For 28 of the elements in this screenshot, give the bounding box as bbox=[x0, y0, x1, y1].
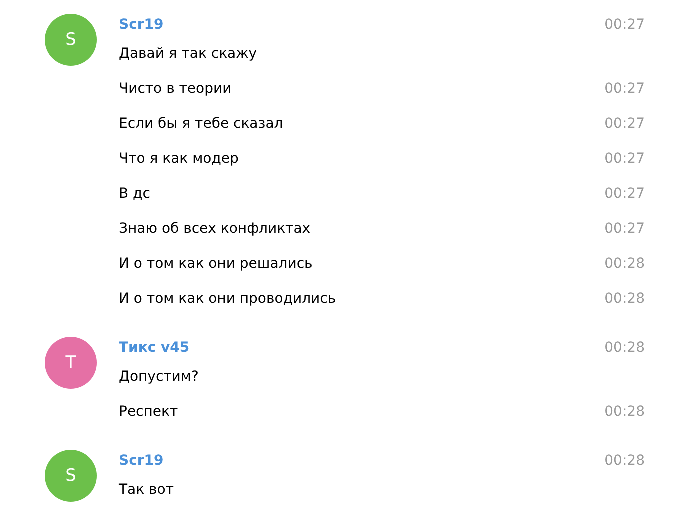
message-text: Так вот bbox=[119, 482, 174, 498]
message-time: 00:28 bbox=[604, 453, 645, 469]
avatar[interactable]: S bbox=[45, 14, 97, 66]
message-time: 00:28 bbox=[604, 340, 645, 356]
message-time: 00:27 bbox=[604, 116, 645, 132]
message-text: Респект bbox=[119, 404, 178, 420]
message-text: Знаю об всех конфликтах bbox=[119, 220, 311, 236]
message-time: 00:27 bbox=[604, 220, 645, 236]
author-name[interactable]: Scr19 bbox=[119, 453, 164, 469]
message-time: 00:28 bbox=[604, 404, 645, 420]
message-time: 00:28 bbox=[604, 290, 645, 306]
message-text: Чисто в теории bbox=[119, 80, 232, 96]
message-text: В дс bbox=[119, 186, 150, 202]
message-time: 00:27 bbox=[604, 186, 645, 202]
message-text: Что я как модер bbox=[119, 150, 239, 166]
author-name[interactable]: Scr19 bbox=[119, 17, 164, 33]
message-text: Допустим? bbox=[119, 368, 199, 384]
message-text: И о том как они проводились bbox=[119, 290, 336, 306]
message-text: Если бы я тебе сказал bbox=[119, 116, 284, 132]
avatar[interactable]: T bbox=[45, 337, 97, 389]
avatar[interactable]: S bbox=[45, 450, 97, 502]
message-time: 00:27 bbox=[604, 80, 645, 96]
message-time: 00:27 bbox=[604, 17, 645, 33]
message-text: И о том как они решались bbox=[119, 256, 313, 272]
message-time: 00:28 bbox=[604, 256, 645, 272]
message-time: 00:27 bbox=[604, 150, 645, 166]
message-text: Давай я так скажу bbox=[119, 46, 258, 62]
author-name[interactable]: Тикс v45 bbox=[119, 340, 190, 356]
